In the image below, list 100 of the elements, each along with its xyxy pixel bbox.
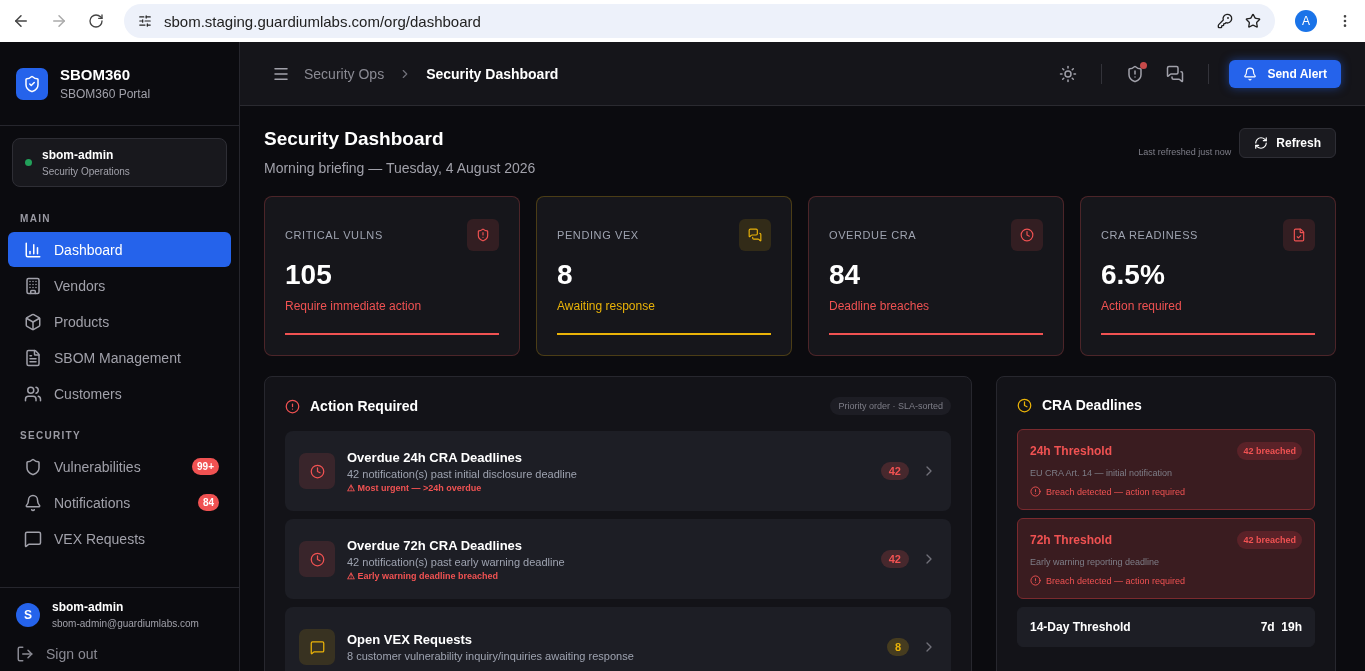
stat-label: OVERDUE CRA bbox=[829, 229, 917, 241]
bell-icon bbox=[24, 493, 42, 512]
stat-value: 6.5% bbox=[1101, 259, 1166, 291]
stat-note: Deadline breaches bbox=[829, 299, 931, 313]
section-title: MAIN bbox=[19, 212, 52, 226]
shield-icon bbox=[467, 219, 499, 251]
stat-value: 105 bbox=[285, 259, 333, 291]
deadline-title: 72h Threshold bbox=[1030, 533, 1112, 547]
nav-item[interactable]: SBOM Management bbox=[8, 340, 231, 375]
panel-title: CRA Deadlines bbox=[1042, 397, 1143, 413]
page-subtitle: Morning briefing — Tuesday, 4 August 2026 bbox=[264, 160, 537, 176]
nav-label: Products bbox=[54, 313, 111, 330]
count-badge: 42 bbox=[880, 462, 909, 480]
stat-label: PENDING VEX bbox=[557, 229, 639, 241]
time-remaining: 7d 19h bbox=[1260, 620, 1302, 634]
stat-label: CRITICAL VULNS bbox=[285, 229, 383, 241]
sign-out-link[interactable]: Sign out bbox=[16, 645, 223, 663]
count-badge: 42 bbox=[880, 550, 909, 568]
count-badge: 84 bbox=[197, 494, 219, 511]
breach-status: Breach detected — action required bbox=[1046, 575, 1186, 586]
action-item[interactable]: Overdue 24h CRA Deadlines 42 notification(s) past initial disclosure deadline ⚠ Most urgent — >24h overdue 42 bbox=[285, 431, 951, 511]
shield-alert-icon[interactable] bbox=[1126, 64, 1145, 83]
nav-label: Vulnerabilities bbox=[54, 458, 142, 475]
section-title: SECURITY bbox=[19, 429, 82, 443]
refresh-button[interactable]: Refresh bbox=[1239, 128, 1336, 158]
profile-avatar[interactable]: A bbox=[1295, 10, 1317, 32]
star-icon[interactable] bbox=[1245, 13, 1261, 29]
action-item[interactable]: Overdue 72h CRA Deadlines 42 notification(s) past early warning deadline ⚠ Early warning deadline breached 42 bbox=[285, 519, 951, 599]
chat-bubbles-icon bbox=[739, 219, 771, 251]
nav-item[interactable]: Products bbox=[8, 304, 231, 339]
nav-label: Dashboard bbox=[54, 241, 124, 258]
stat-note: Awaiting response bbox=[557, 299, 656, 313]
workspace-role: Security Operations bbox=[42, 166, 130, 177]
count-badge: 8 bbox=[886, 638, 909, 656]
send-alert-button[interactable]: Send Alert bbox=[1229, 59, 1341, 88]
bell-icon bbox=[1243, 66, 1258, 81]
action-detail: 8 customer vulnerability inquiry/inquiries awaiting response bbox=[347, 650, 634, 662]
stat-note: Action required bbox=[1101, 299, 1183, 313]
reload-icon[interactable] bbox=[88, 13, 104, 29]
sun-icon[interactable] bbox=[1059, 64, 1078, 83]
shield-logo bbox=[16, 67, 48, 100]
nav-label: Vendors bbox=[54, 277, 107, 294]
stat-value: 8 bbox=[557, 259, 574, 291]
clock-icon bbox=[1011, 219, 1043, 251]
key-icon[interactable] bbox=[1217, 13, 1233, 29]
brand-name: SBOM360 bbox=[60, 66, 132, 83]
back-icon[interactable] bbox=[12, 12, 30, 30]
stat-value: 84 bbox=[829, 259, 862, 291]
user-name: sbom-admin bbox=[52, 600, 125, 614]
nav-item[interactable]: Vulnerabilities 99+ bbox=[8, 449, 231, 484]
alert-circle-icon bbox=[1030, 486, 1041, 497]
breadcrumb-current: Security Dashboard bbox=[426, 65, 559, 82]
alert-circle-icon bbox=[1030, 575, 1041, 586]
url-text: sbom.staging.guardiumlabs.com/org/dashboard bbox=[164, 12, 482, 30]
address-bar[interactable]: sbom.staging.guardiumlabs.com/org/dashboard bbox=[124, 4, 1275, 38]
breach-badge: 42 breached bbox=[1237, 531, 1302, 549]
sort-tag: Priority order · SLA-sorted bbox=[830, 397, 951, 415]
action-warning: ⚠ Early warning deadline breached bbox=[347, 570, 500, 581]
refresh-status: Last refreshed just now bbox=[1138, 147, 1232, 157]
alert-circle-icon bbox=[285, 398, 300, 414]
people-icon bbox=[24, 384, 42, 403]
deadline-title: 24h Threshold bbox=[1030, 444, 1112, 458]
document-check-icon bbox=[1283, 219, 1315, 251]
action-warning: ⚠ Most urgent — >24h overdue bbox=[347, 482, 483, 493]
user-email: sbom-admin@guardiumlabs.com bbox=[52, 618, 199, 629]
deadline-title: 14-Day Threshold bbox=[1030, 620, 1131, 634]
nav-item[interactable]: Notifications 84 bbox=[8, 485, 231, 520]
brand-subtitle: SBOM360 Portal bbox=[60, 87, 151, 101]
site-settings-icon[interactable] bbox=[138, 14, 152, 28]
bar-chart-icon bbox=[24, 240, 42, 259]
deadline-detail: Early warning reporting deadline bbox=[1030, 557, 1161, 567]
page-title: Security Dashboard bbox=[264, 128, 445, 150]
nav-label: Customers bbox=[54, 385, 123, 402]
chat-icon[interactable] bbox=[1166, 64, 1185, 83]
workspace-name: sbom-admin bbox=[42, 148, 115, 162]
nav-label: VEX Requests bbox=[54, 530, 147, 547]
panel-title: Action Required bbox=[310, 398, 420, 414]
workspace-card[interactable]: sbom-admin Security Operations bbox=[12, 138, 227, 187]
cube-icon bbox=[24, 312, 42, 331]
action-item[interactable]: Open VEX Requests 8 customer vulnerability inquiry/inquiries awaiting response 8 bbox=[285, 607, 951, 671]
action-detail: 42 notification(s) past initial disclosure deadline bbox=[347, 467, 577, 480]
breadcrumb-link[interactable]: Security Ops bbox=[304, 65, 385, 82]
shield-icon bbox=[24, 457, 42, 476]
chat-icon bbox=[309, 639, 325, 655]
count-badge: 99+ bbox=[192, 458, 219, 475]
breach-badge: 42 breached bbox=[1237, 442, 1302, 460]
chat-icon bbox=[24, 529, 42, 548]
clock-icon bbox=[309, 463, 325, 479]
building-icon bbox=[24, 276, 42, 295]
nav-item[interactable]: Dashboard bbox=[8, 232, 231, 267]
deadline-detail: EU CRA Art. 14 — initial notification bbox=[1030, 468, 1174, 478]
sign-out-icon bbox=[16, 645, 34, 663]
nav-item[interactable]: VEX Requests bbox=[8, 521, 231, 556]
action-title: Overdue 72h CRA Deadlines bbox=[347, 537, 524, 553]
refresh-icon bbox=[1254, 136, 1269, 150]
nav-item[interactable]: Customers bbox=[8, 376, 231, 411]
action-title: Open VEX Requests bbox=[347, 632, 473, 647]
stat-label: CRA READINESS bbox=[1101, 229, 1199, 241]
nav-item[interactable]: Vendors bbox=[8, 268, 231, 303]
action-title: Overdue 24h CRA Deadlines bbox=[347, 449, 524, 465]
